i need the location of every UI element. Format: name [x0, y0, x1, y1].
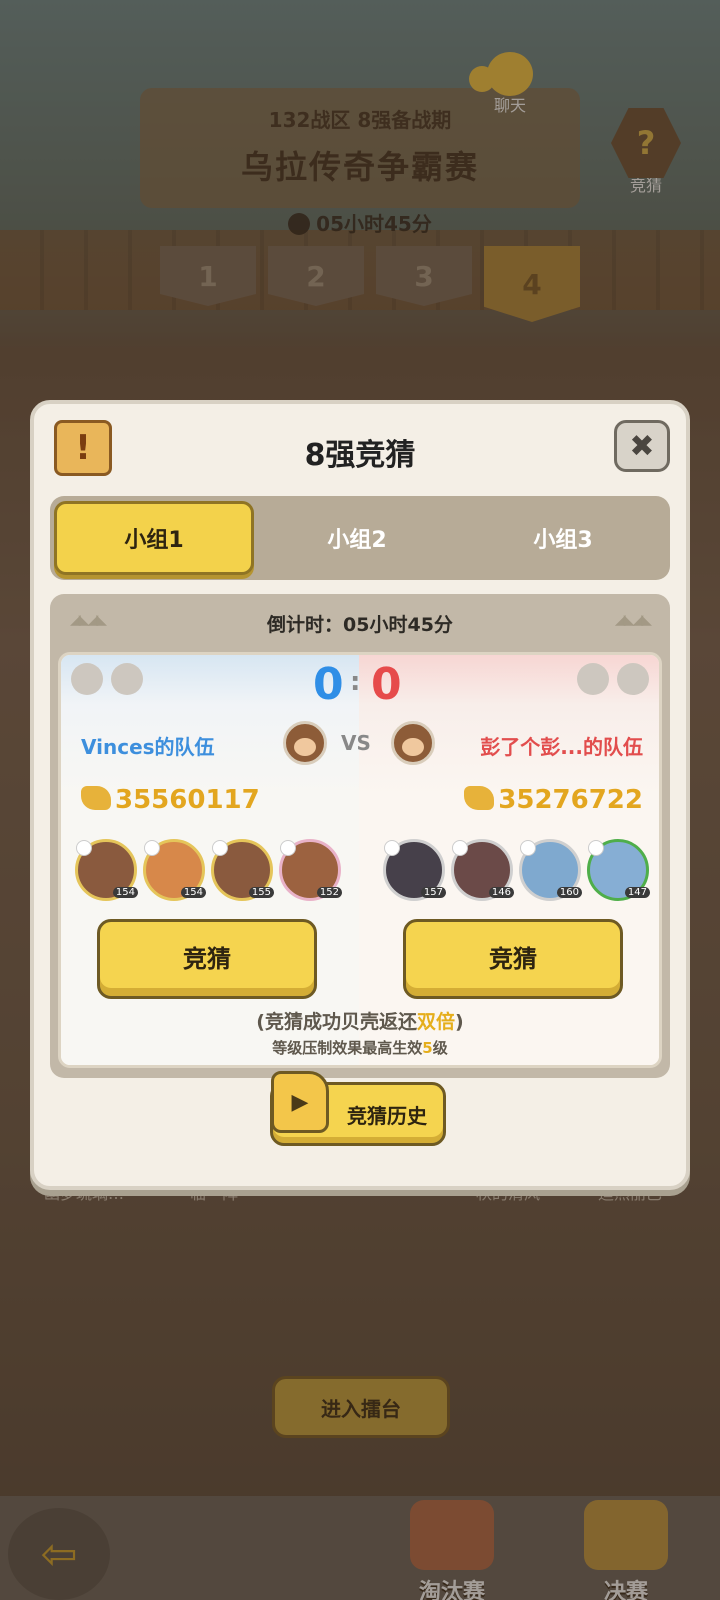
close-icon: ✖ [629, 428, 655, 464]
score-separator: : [350, 667, 361, 697]
element-icon [384, 840, 400, 856]
right-team-name: 彭了个彭...的队伍 [480, 735, 643, 759]
hero-avatar[interactable]: 147 [587, 839, 650, 901]
element-icon [588, 840, 604, 856]
match-panel: ◢◣◢◣ ◢◣◢◣ 倒计时：05小时45分 0 : 0 Vinces的队伍 VS… [50, 594, 670, 1078]
guess-modal: ! 8强竞猜 ✖ 小组1 小组2 小组3 ◢◣◢◣ ◢◣◢◣ 倒计时：05小时4… [30, 400, 690, 1190]
close-button[interactable]: ✖ [614, 420, 670, 472]
hero-level: 160 [556, 887, 582, 898]
monkey-avatar-icon [283, 721, 327, 765]
hero-avatar[interactable]: 154 [143, 839, 206, 901]
element-icon [76, 840, 92, 856]
match-card: 0 : 0 Vinces的队伍 VS 彭了个彭...的队伍 35560117 3… [58, 652, 662, 1068]
vs-label: VS [341, 731, 371, 755]
bet-right-button[interactable]: 竞猜 [403, 919, 623, 999]
element-icon [280, 840, 296, 856]
right-team-power: 35276722 [464, 785, 643, 815]
hero-avatar[interactable]: 154 [75, 839, 138, 901]
level-note-post: 级 [432, 1039, 448, 1057]
win-dot [617, 663, 649, 695]
tab-group-3[interactable]: 小组3 [460, 501, 666, 575]
hero-avatar[interactable]: 155 [211, 839, 274, 901]
countdown: 倒计时：05小时45分 [267, 614, 453, 636]
hero-level: 155 [248, 887, 274, 898]
level-note: 等级压制效果最高生效5级 [61, 1037, 659, 1058]
hero-level: 157 [420, 887, 446, 898]
tab-group-1[interactable]: 小组1 [54, 501, 254, 575]
win-dot [111, 663, 143, 695]
hero-level: 154 [112, 887, 138, 898]
hero-level: 152 [316, 887, 342, 898]
left-team-power: 35560117 [81, 785, 260, 815]
hero-avatar[interactable]: 146 [451, 839, 514, 901]
hero-avatar[interactable]: 160 [519, 839, 582, 901]
hero-avatar[interactable]: 152 [279, 839, 342, 901]
guess-history-button[interactable]: ▶ 竞猜历史 [270, 1071, 446, 1146]
reward-note-pre: (竞猜成功贝壳返还 [256, 1011, 417, 1033]
hero-level: 147 [624, 887, 650, 898]
element-icon [144, 840, 160, 856]
score-right: 0 [371, 659, 402, 710]
hero-level: 146 [488, 887, 514, 898]
reward-note: (竞猜成功贝壳返还双倍) [61, 1007, 659, 1034]
element-icon [452, 840, 468, 856]
monkey-avatar-icon [391, 721, 435, 765]
level-note-highlight: 5 [422, 1039, 433, 1057]
reward-note-post: ) [455, 1011, 464, 1033]
right-win-dots [577, 663, 649, 695]
hero-level: 154 [180, 887, 206, 898]
guess-history-label: 竞猜历史 [347, 1103, 427, 1128]
score-left: 0 [313, 659, 344, 710]
hero-avatar[interactable]: 157 [383, 839, 446, 901]
left-win-dots [71, 663, 143, 695]
right-team-heroes: 157 146 160 147 [383, 839, 650, 901]
bet-left-button[interactable]: 竞猜 [97, 919, 317, 999]
group-tabs: 小组1 小组2 小组3 [50, 496, 670, 580]
muscle-arm-icon [464, 786, 495, 810]
left-team-heroes: 154 154 155 152 [75, 839, 342, 901]
reward-note-highlight: 双倍 [416, 1011, 455, 1033]
right-power-value: 35276722 [498, 785, 643, 815]
muscle-arm-icon [81, 786, 111, 810]
win-dot [71, 663, 103, 695]
win-dot [577, 663, 609, 695]
element-icon [212, 840, 228, 856]
left-power-value: 35560117 [115, 785, 260, 815]
level-note-pre: 等级压制效果最高生效 [272, 1039, 423, 1057]
element-icon [520, 840, 536, 856]
modal-title: 8强竞猜 [304, 438, 416, 473]
play-thumb-icon: ▶ [271, 1071, 329, 1133]
left-team-name: Vinces的队伍 [81, 735, 215, 759]
tab-group-2[interactable]: 小组2 [254, 501, 460, 575]
